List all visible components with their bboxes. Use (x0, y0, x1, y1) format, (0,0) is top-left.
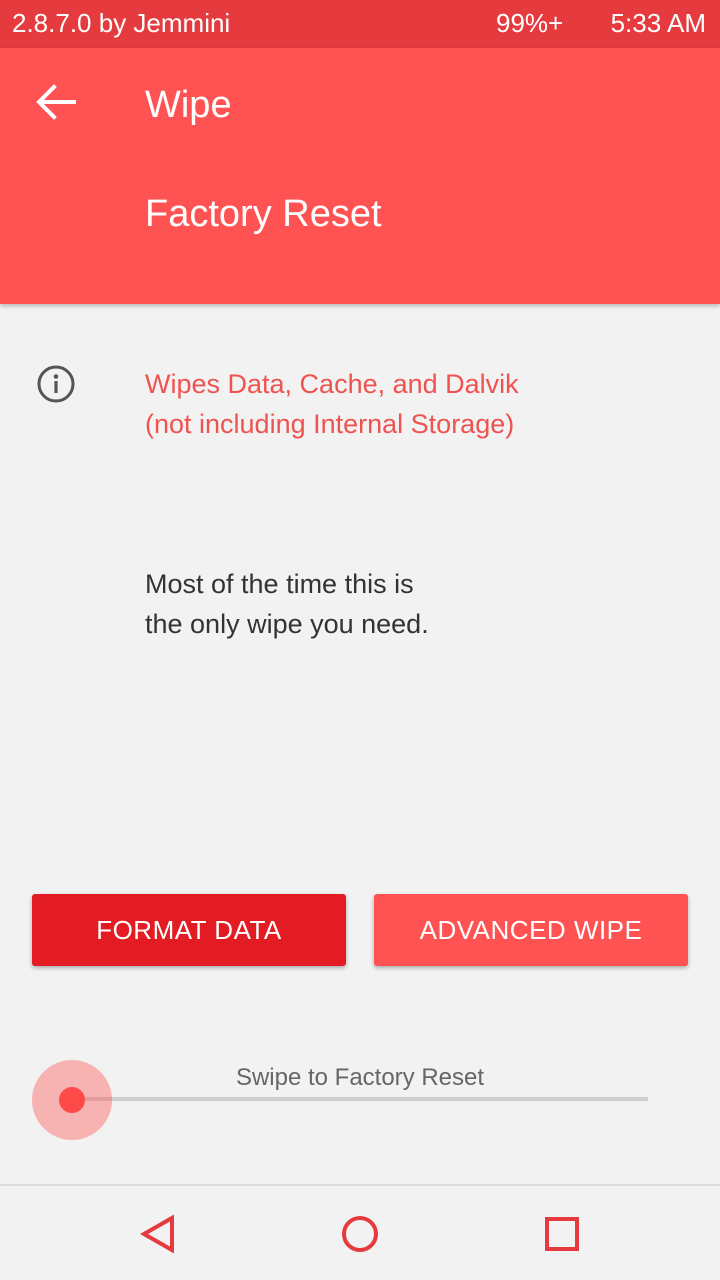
square-recent-icon (545, 1217, 579, 1251)
clock: 5:33 AM (610, 8, 706, 38)
info-icon (37, 365, 75, 403)
info-line-1: Wipes Data, Cache, and Dalvik (145, 369, 519, 399)
arrow-left-icon (36, 84, 76, 120)
description-line-2: the only wipe you need. (145, 609, 429, 639)
nav-home-button[interactable] (338, 1212, 382, 1256)
circle-home-icon (342, 1216, 378, 1252)
navigation-bar (0, 1184, 720, 1280)
wipe-info-text: Wipes Data, Cache, and Dalvik (not inclu… (145, 364, 685, 444)
status-version-text: 2.8.7.0 by Jemmini (12, 8, 231, 38)
triangle-back-icon (139, 1214, 174, 1254)
nav-recent-button[interactable] (540, 1212, 584, 1256)
advanced-wipe-button[interactable]: ADVANCED WIPE (374, 894, 688, 966)
format-data-button[interactable]: FORMAT DATA (32, 894, 346, 966)
battery-level: 99%+ (496, 8, 564, 38)
info-line-2: (not including Internal Storage) (145, 409, 515, 439)
swipe-handle[interactable] (59, 1087, 85, 1113)
wipe-description: Most of the time this is the only wipe y… (145, 564, 645, 644)
description-line-1: Most of the time this is (145, 569, 414, 599)
app-bar: Wipe Factory Reset (0, 48, 720, 304)
page-subtitle: Factory Reset (145, 193, 382, 235)
page-title: Wipe (145, 84, 232, 126)
nav-back-button[interactable] (138, 1212, 182, 1256)
status-bar: 2.8.7.0 by Jemmini 99%+ 5:33 AM (0, 0, 720, 48)
back-button[interactable] (30, 76, 82, 128)
swipe-track[interactable] (72, 1097, 648, 1101)
